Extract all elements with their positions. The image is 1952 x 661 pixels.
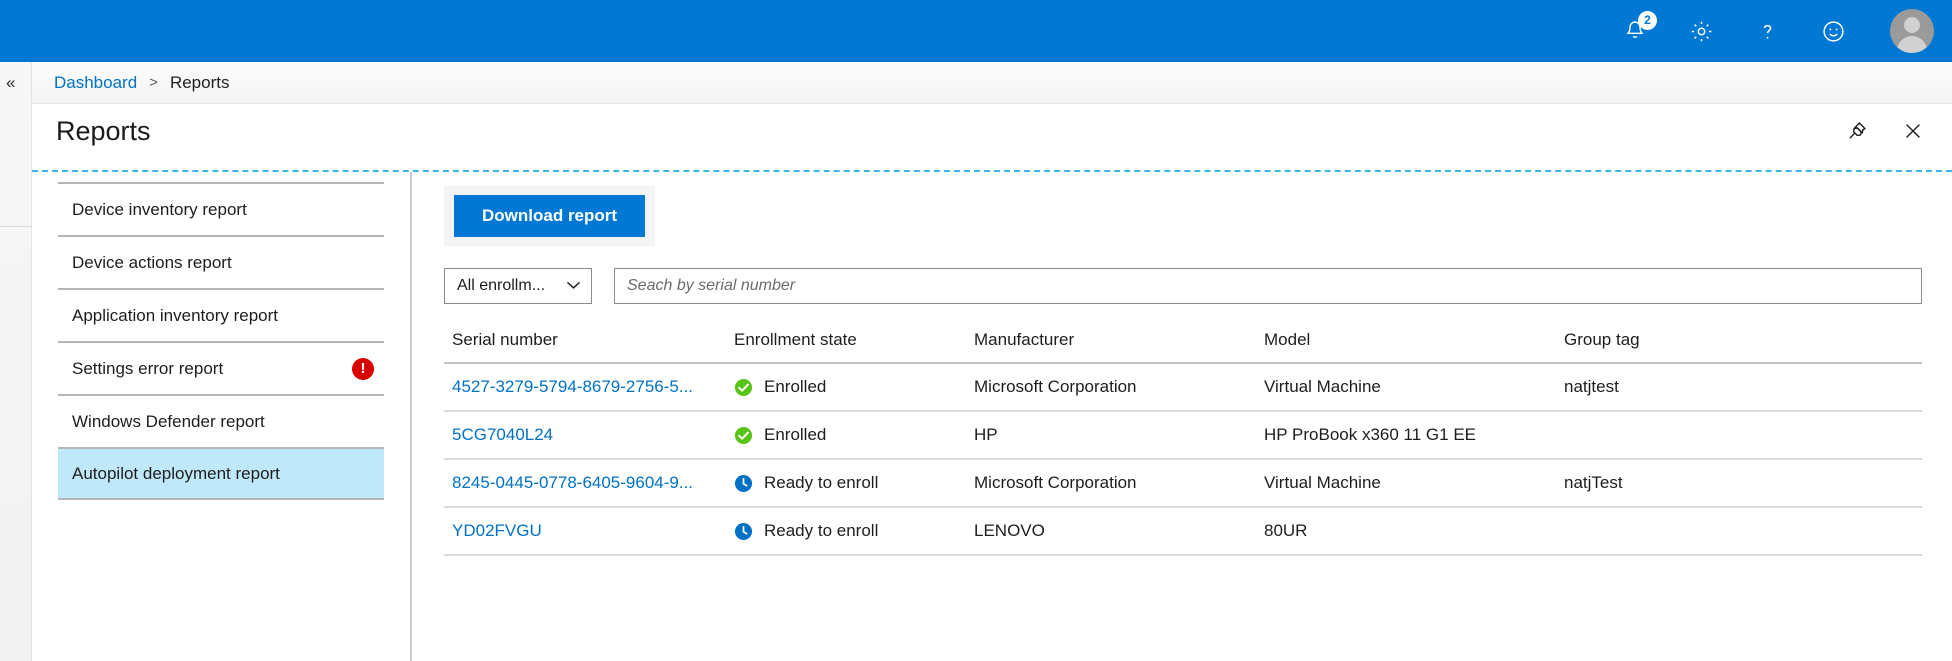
sidebar-item-application-inventory-report[interactable]: Application inventory report [58, 288, 384, 341]
cell-model: Virtual Machine [1264, 459, 1564, 507]
pin-icon[interactable] [1844, 118, 1870, 144]
breadcrumb-dashboard[interactable]: Dashboard [54, 73, 137, 93]
cell-model: 80UR [1264, 507, 1564, 555]
cell-group-tag: natjTest [1564, 459, 1922, 507]
sidebar-item-label: Settings error report [72, 359, 223, 379]
blade-body: Device inventory report Device actions r… [32, 172, 1952, 661]
error-badge-icon: ! [352, 358, 374, 380]
sidebar-item-label: Application inventory report [72, 306, 278, 326]
left-collapse-rail: « [0, 62, 32, 661]
chevron-down-icon [566, 279, 581, 293]
blade-header: Reports [32, 104, 1952, 162]
avatar-head [1904, 17, 1920, 33]
sidebar-item-label: Device inventory report [72, 200, 247, 220]
cell-manufacturer: Microsoft Corporation [974, 459, 1264, 507]
feedback-icon[interactable] [1818, 16, 1848, 46]
cell-model: HP ProBook x360 11 G1 EE [1264, 411, 1564, 459]
help-icon[interactable] [1752, 16, 1782, 46]
sidebar-item-label: Autopilot deployment report [72, 464, 280, 484]
check-circle-icon [734, 426, 753, 445]
report-list-sidebar: Device inventory report Device actions r… [32, 172, 412, 661]
cell-enrollment-state: Enrolled [734, 363, 974, 411]
enrollment-state-label: Enrolled [764, 377, 826, 397]
cell-manufacturer: Microsoft Corporation [974, 363, 1264, 411]
sidebar-item-settings-error-report[interactable]: Settings error report ! [58, 341, 384, 394]
serial-number-link[interactable]: 8245-0445-0778-6405-9604-9... [452, 473, 693, 492]
autopilot-devices-table: Serial number Enrollment state Manufactu… [444, 326, 1922, 556]
breadcrumb-current: Reports [170, 73, 230, 93]
cell-group-tag: natjtest [1564, 363, 1922, 411]
table-row[interactable]: 8245-0445-0778-6405-9604-9... [444, 459, 1922, 507]
blade-action-group [1844, 118, 1926, 144]
cell-manufacturer: HP [974, 411, 1264, 459]
filter-row: All enrollm... [444, 268, 1922, 304]
enrollment-state-label: Ready to enroll [764, 521, 878, 541]
clock-circle-icon [734, 522, 753, 541]
download-report-button[interactable]: Download report [454, 195, 645, 237]
table-row[interactable]: YD02FVGU Ready to enroll [444, 507, 1922, 555]
breadcrumb: Dashboard > Reports [32, 62, 1952, 104]
enrollment-state-label: Enrolled [764, 425, 826, 445]
column-header-enrollment-state[interactable]: Enrollment state [734, 326, 974, 363]
table-header-row: Serial number Enrollment state Manufactu… [444, 326, 1922, 363]
sidebar-item-label: Windows Defender report [72, 412, 265, 432]
cell-serial-number: 5CG7040L24 [444, 411, 734, 459]
table-row[interactable]: 5CG7040L24 Enrolled [444, 411, 1922, 459]
cell-serial-number: YD02FVGU [444, 507, 734, 555]
clock-circle-icon [734, 474, 753, 493]
chevron-double-left-icon[interactable]: « [6, 74, 15, 91]
cell-model: Virtual Machine [1264, 363, 1564, 411]
page-title: Reports [56, 116, 151, 147]
cell-enrollment-state: Ready to enroll [734, 507, 974, 555]
cell-enrollment-state: Ready to enroll [734, 459, 974, 507]
report-content-pane: Download report All enrollm... Serial [412, 172, 1952, 661]
breadcrumb-separator-icon: > [149, 74, 158, 91]
avatar-body [1897, 36, 1927, 53]
sidebar-item-autopilot-deployment-report[interactable]: Autopilot deployment report [58, 447, 384, 500]
report-toolbar: Download report [444, 186, 655, 246]
top-command-bar: 2 [0, 0, 1952, 62]
column-header-serial-number[interactable]: Serial number [444, 326, 734, 363]
enrollment-state-select[interactable]: All enrollm... [444, 268, 592, 304]
sidebar-item-windows-defender-report[interactable]: Windows Defender report [58, 394, 384, 447]
cell-manufacturer: LENOVO [974, 507, 1264, 555]
cell-serial-number: 8245-0445-0778-6405-9604-9... [444, 459, 734, 507]
enrollment-state-label: Ready to enroll [764, 473, 878, 493]
sidebar-item-label: Device actions report [72, 253, 232, 273]
gear-icon[interactable] [1686, 16, 1716, 46]
table-row[interactable]: 4527-3279-5794-8679-2756-5... [444, 363, 1922, 411]
cell-enrollment-state: Enrolled [734, 411, 974, 459]
column-header-model[interactable]: Model [1264, 326, 1564, 363]
sidebar-item-device-inventory-report[interactable]: Device inventory report [58, 182, 384, 235]
close-icon[interactable] [1900, 118, 1926, 144]
top-bar-icon-group: 2 [1620, 16, 1848, 46]
search-input[interactable] [614, 268, 1922, 304]
serial-number-link[interactable]: 4527-3279-5794-8679-2756-5... [452, 377, 693, 396]
column-header-group-tag[interactable]: Group tag [1564, 326, 1922, 363]
cell-group-tag [1564, 507, 1922, 555]
serial-number-link[interactable]: YD02FVGU [452, 521, 542, 540]
rail-divider [0, 226, 32, 227]
serial-number-link[interactable]: 5CG7040L24 [452, 425, 553, 444]
notifications-icon[interactable]: 2 [1620, 16, 1650, 46]
avatar[interactable] [1890, 9, 1934, 53]
reports-blade: Reports Device inventory report [32, 104, 1952, 661]
check-circle-icon [734, 378, 753, 397]
column-header-manufacturer[interactable]: Manufacturer [974, 326, 1264, 363]
enrollment-state-select-value: All enrollm... [457, 277, 545, 295]
cell-serial-number: 4527-3279-5794-8679-2756-5... [444, 363, 734, 411]
notification-count-badge: 2 [1638, 11, 1657, 30]
sidebar-item-device-actions-report[interactable]: Device actions report [58, 235, 384, 288]
cell-group-tag [1564, 411, 1922, 459]
